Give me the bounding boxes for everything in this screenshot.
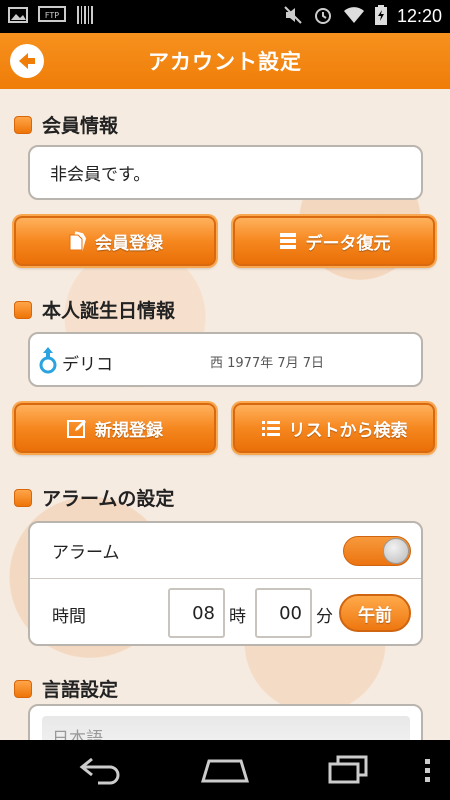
minute-input[interactable]: 00	[255, 588, 312, 638]
alarm-section-header: アラームの設定	[14, 484, 174, 511]
member-status-card: 非会員です。	[28, 145, 423, 200]
back-nav-button[interactable]	[78, 755, 122, 789]
am-pm-button[interactable]: 午前	[339, 594, 411, 632]
time-label: 時間	[52, 607, 86, 627]
more-vert-icon	[425, 759, 430, 782]
member-section-header: 会員情報	[14, 111, 118, 138]
svg-text:FTP: FTP	[45, 11, 59, 20]
home-nav-button[interactable]	[200, 755, 250, 789]
list-search-label: リストから検索	[288, 420, 408, 441]
home-icon	[200, 759, 250, 783]
data-restore-button[interactable]: データ復元	[233, 216, 435, 266]
edit-icon	[67, 418, 87, 438]
battery-icon	[374, 4, 387, 29]
alarm-icon	[313, 5, 333, 29]
alarm-toggle-row: アラーム	[30, 523, 421, 579]
alarm-time-row: 時間 08 時 00 分 午前	[30, 579, 421, 646]
member-register-label: 会員登録	[95, 233, 163, 254]
nav-back-icon	[79, 757, 120, 785]
member-register-button[interactable]: 会員登録	[14, 216, 216, 266]
overflow-menu-button[interactable]	[424, 758, 432, 788]
barcode-icon	[76, 5, 94, 29]
hour-input[interactable]: 08	[168, 588, 225, 638]
recent-apps-icon	[328, 755, 368, 784]
status-bar: FTP 12:20	[0, 0, 450, 33]
list-icon	[261, 418, 281, 438]
member-status-text: 非会員です。	[50, 165, 151, 185]
navigation-bar	[0, 740, 450, 800]
birthday-date: 西 1977年 7月 7日	[210, 356, 325, 371]
page-title: アカウント設定	[148, 50, 302, 74]
list-search-button[interactable]: リストから検索	[233, 403, 435, 453]
recent-apps-button[interactable]	[328, 755, 368, 789]
member-section-title: 会員情報	[42, 115, 119, 137]
status-right: 12:20	[283, 4, 442, 29]
back-button[interactable]	[10, 44, 44, 78]
wifi-icon	[343, 6, 365, 28]
toggle-knob	[383, 538, 409, 564]
male-symbol-icon	[38, 345, 58, 379]
back-arrow-icon	[19, 53, 35, 69]
alarm-label: アラーム	[52, 543, 120, 563]
language-section-header: 言語設定	[14, 675, 118, 702]
section-bullet-icon	[14, 300, 32, 319]
image-icon	[8, 6, 28, 27]
data-restore-label: データ復元	[305, 233, 391, 254]
status-time: 12:20	[396, 6, 442, 26]
alarm-toggle[interactable]	[343, 536, 411, 566]
document-icon	[67, 231, 87, 251]
alarm-card: アラーム 時間 08 時 00 分 午前	[28, 521, 423, 646]
birthday-section-title: 本人誕生日情報	[42, 300, 176, 322]
section-bullet-icon	[14, 679, 32, 698]
new-register-button[interactable]: 新規登録	[14, 403, 216, 453]
language-card: 日本語	[28, 704, 423, 740]
birthday-card[interactable]: デリコ 西 1977年 7月 7日	[28, 332, 423, 387]
birthday-name: デリコ	[62, 355, 113, 375]
minute-unit: 分	[316, 607, 333, 627]
new-register-label: 新規登録	[95, 420, 163, 441]
birthday-section-header: 本人誕生日情報	[14, 296, 175, 323]
status-left: FTP	[8, 5, 94, 29]
section-bullet-icon	[14, 488, 32, 507]
hour-unit: 時	[229, 607, 246, 627]
section-bullet-icon	[14, 115, 32, 134]
alarm-section-title: アラームの設定	[42, 488, 175, 510]
mute-icon	[283, 5, 303, 29]
database-icon	[278, 231, 298, 251]
language-select[interactable]: 日本語	[42, 716, 410, 740]
ftp-icon: FTP	[38, 5, 66, 28]
language-section-title: 言語設定	[42, 679, 119, 701]
content-area[interactable]: 会員情報 非会員です。 会員登録 データ復元 本人誕生日情報 デリコ 西 197…	[0, 89, 450, 740]
app-header: アカウント設定	[0, 33, 450, 89]
